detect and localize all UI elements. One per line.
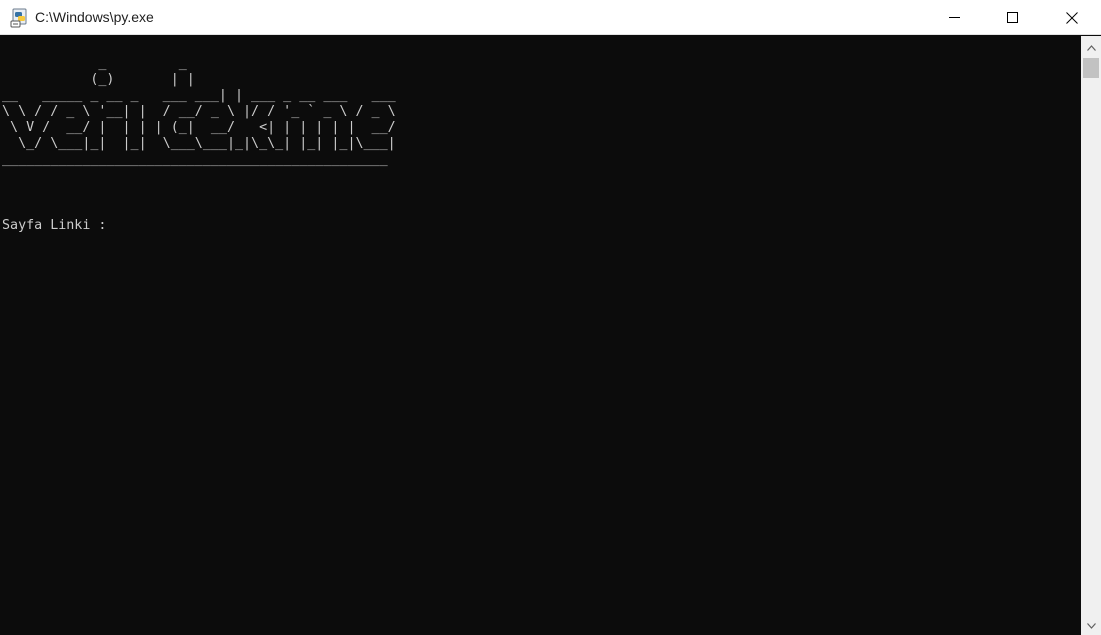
scroll-down-button[interactable] <box>1081 616 1101 633</box>
input-prompt[interactable]: Sayfa Linki : <box>2 218 114 234</box>
maximize-icon <box>1006 12 1018 23</box>
scrollbar-thumb[interactable] <box>1083 58 1099 78</box>
chevron-up-icon <box>1086 38 1096 56</box>
python-launcher-icon <box>10 8 30 28</box>
title-bar[interactable]: C:\Windows\py.exe <box>0 0 1101 35</box>
close-button[interactable] <box>1043 0 1101 35</box>
maximize-button[interactable] <box>983 0 1041 35</box>
scroll-up-button[interactable] <box>1081 38 1101 55</box>
close-icon <box>1066 11 1078 24</box>
console-output[interactable]: _ _ (_) | | __ _____ _ __ _ ___ ___| | _… <box>0 36 1081 635</box>
vertical-scrollbar[interactable] <box>1081 36 1101 635</box>
minimize-button[interactable] <box>925 0 983 35</box>
window-title: C:\Windows\py.exe <box>35 9 154 25</box>
chevron-down-icon <box>1086 616 1096 634</box>
minimize-icon <box>948 12 960 23</box>
ascii-banner: _ _ (_) | | __ _____ _ __ _ ___ ___| | _… <box>2 56 396 167</box>
